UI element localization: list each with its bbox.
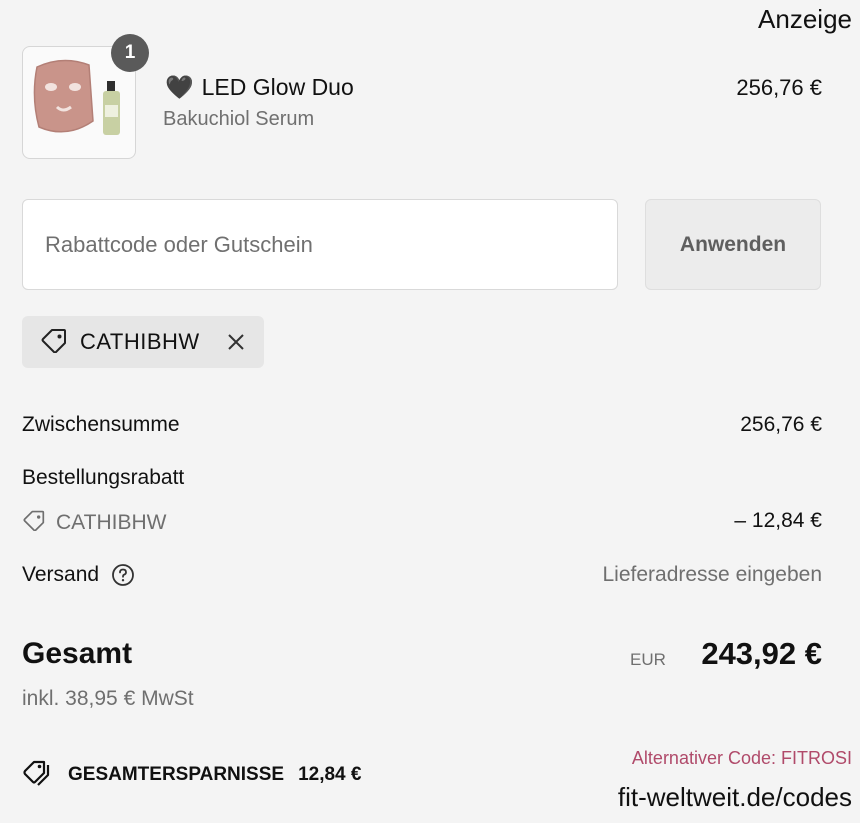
shipping-value: Lieferadresse eingeben — [602, 563, 823, 586]
product-name: 🖤 LED Glow Duo — [165, 74, 354, 101]
shipping-label: Versand — [22, 563, 100, 586]
order-discount-code-line: CATHIBHW — [22, 509, 166, 537]
currency-code: EUR — [630, 650, 666, 669]
product-title: LED Glow Duo — [201, 74, 354, 100]
product-price: 256,76 € — [736, 75, 822, 100]
total-savings: GESAMTERSPARNISSE 12,84 € — [22, 758, 361, 792]
order-discount-label: Bestellungsrabatt — [22, 466, 185, 489]
subtotal-label: Zwischensumme — [22, 413, 180, 436]
alternative-code-overlay: Alternativer Code: FITROSI — [631, 748, 852, 768]
site-overlay: fit-weltweit.de/codes — [617, 782, 852, 812]
tags-icon — [22, 758, 54, 792]
order-discount-code: CATHIBHW — [56, 511, 167, 534]
discount-code-input[interactable] — [22, 199, 618, 290]
apply-discount-button[interactable]: Anwenden — [645, 199, 821, 290]
tax-note: inkl. 38,95 € MwSt — [22, 687, 194, 710]
applied-discount-chip: CATHIBHW — [22, 316, 264, 368]
quantity-badge: 1 — [111, 34, 149, 72]
tag-icon — [40, 327, 68, 358]
total-label: Gesamt — [22, 637, 133, 670]
applied-code-label: CATHIBHW — [80, 329, 200, 354]
order-discount-value: – 12,84 € — [734, 509, 822, 532]
product-variant: Bakuchiol Serum — [163, 108, 315, 130]
tag-icon — [22, 509, 46, 537]
subtotal-value: 256,76 € — [740, 413, 822, 436]
close-icon[interactable] — [226, 332, 246, 352]
heart-emoji: 🖤 — [165, 74, 194, 100]
savings-value: 12,84 € — [298, 764, 362, 785]
help-icon[interactable] — [111, 563, 135, 587]
total-value: 243,92 € — [701, 636, 822, 671]
shipping-row-label: Versand — [22, 563, 135, 587]
ad-label: Anzeige — [758, 4, 852, 34]
savings-label: GESAMTERSPARNISSE — [68, 764, 285, 785]
